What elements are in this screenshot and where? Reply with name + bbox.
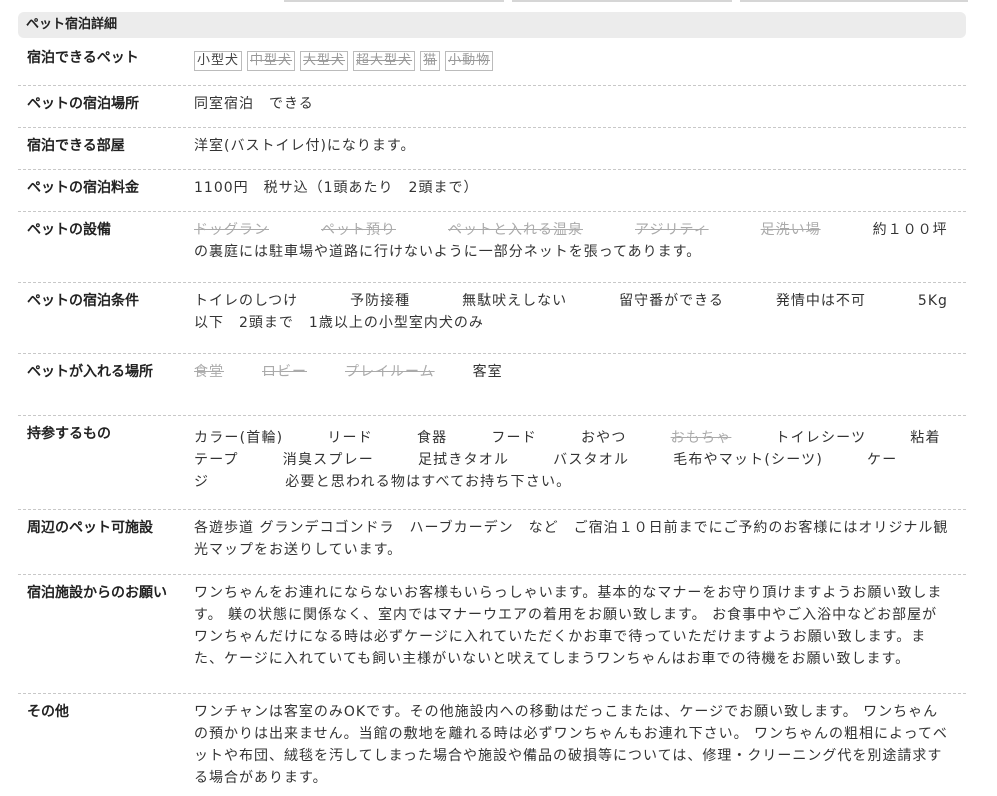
pet-details-table: 宿泊できるペット 小型犬 中型犬 大型犬 超大型犬猫小動物 ペットの宿泊場所 同室宿泊… bbox=[18, 40, 966, 794]
facility-item: アジリティ bbox=[635, 222, 709, 238]
row-label: ペットの宿泊料金 bbox=[27, 180, 139, 196]
bring-item-struck: おもちゃ bbox=[670, 430, 732, 446]
bring-item: トイレシーツ bbox=[775, 430, 867, 446]
facility-item: ペット預り bbox=[321, 222, 396, 238]
row-label: その他 bbox=[27, 704, 69, 720]
facility-item: 足洗い場 bbox=[760, 222, 821, 238]
bring-item: 毛布やマット(シーツ) bbox=[673, 452, 824, 468]
row-value: 食堂 ロビー プレイルーム 客室 bbox=[194, 354, 966, 415]
row-label: ペットの宿泊場所 bbox=[27, 96, 139, 112]
area-item: 食堂 bbox=[194, 364, 224, 380]
row-label: 持参するもの bbox=[27, 426, 111, 442]
pet-badge-medium-dog: 中型犬 bbox=[247, 51, 296, 71]
row-label: 宿泊施設からのお願い bbox=[27, 585, 167, 601]
bring-item: リード bbox=[327, 430, 373, 446]
row-pets: 宿泊できるペット 小型犬 中型犬 大型犬 超大型犬猫小動物 bbox=[18, 40, 966, 86]
row-value: ドッグラン ペット預り ペットと入れる温泉 アジリティ 足洗い場 約１００坪の裏庭には駐車… bbox=[194, 212, 966, 282]
row-facilities: ペットの設備 ドッグラン ペット預り ペットと入れる温泉 アジリティ 足洗い場 約１００坪… bbox=[18, 212, 966, 283]
row-value: 各遊歩道 グランデコゴンドラ ハーブカーデン など ご宿泊１０日前までにご予約の… bbox=[194, 520, 949, 558]
pet-badge-small-dog: 小型犬 bbox=[194, 51, 243, 71]
row-conditions: ペットの宿泊条件 トイレのしつけ 予防接種 無駄吠えしない 留守番ができる 発情中は不可… bbox=[18, 283, 966, 354]
area-item: ロビー bbox=[262, 364, 307, 380]
top-tab[interactable] bbox=[512, 0, 732, 2]
row-value: 1100円 税サ込（1頭あたり 2頭まで） bbox=[194, 180, 479, 196]
bring-note: 必要と思われる物はすべてお持ち下さい。 bbox=[285, 474, 572, 490]
pet-badges: 小型犬 中型犬 大型犬 超大型犬猫小動物 bbox=[194, 40, 966, 85]
condition-item: 無駄吠えしない bbox=[462, 293, 568, 309]
bring-item: 足拭きタオル bbox=[417, 452, 510, 468]
bring-item: 食器 bbox=[416, 430, 448, 446]
row-value: ワンチャンは客室のみOKです。その他施設内への移動はだっこまたは、ケージでお願い… bbox=[194, 704, 948, 786]
row-nearby: 周辺のペット可施設 各遊歩道 グランデコゴンドラ ハーブカーデン など ご宿泊１… bbox=[18, 510, 966, 575]
bring-item: おやつ bbox=[580, 430, 627, 446]
row-label: 周辺のペット可施設 bbox=[27, 520, 153, 536]
row-label: 宿泊できる部屋 bbox=[27, 138, 125, 154]
row-value: ワンちゃんをお連れにならないお客様もいらっしゃいます。基本的なマナーをお守り頂け… bbox=[194, 585, 943, 667]
facility-item: ペットと入れる温泉 bbox=[448, 222, 583, 238]
row-location: ペットの宿泊場所 同室宿泊 できる bbox=[18, 86, 966, 128]
bring-item: カラー(首輪) bbox=[194, 430, 284, 446]
pet-badge-large-dog: 大型犬 bbox=[300, 51, 349, 71]
top-tab[interactable] bbox=[740, 0, 968, 2]
bring-item: フード bbox=[491, 430, 537, 446]
row-label: ペットの設備 bbox=[27, 222, 111, 238]
row-label: ペットが入れる場所 bbox=[27, 364, 153, 380]
row-value: 同室宿泊 できる bbox=[194, 96, 314, 112]
area-item: プレイルーム bbox=[345, 364, 435, 380]
section-title: ペット宿泊詳細 bbox=[18, 12, 966, 38]
bring-item: 消臭スプレー bbox=[282, 452, 374, 468]
row-areas: ペットが入れる場所 食堂 ロビー プレイルーム 客室 bbox=[18, 354, 966, 416]
row-request: 宿泊施設からのお願い ワンちゃんをお連れにならないお客様もいらっしゃいます。基本… bbox=[18, 575, 966, 694]
row-bring: 持参するもの カラー(首輪) リード 食器 フード おやつ おもちゃ トイレシーツ 粘着テープ… bbox=[18, 416, 966, 510]
row-value: カラー(首輪) リード 食器 フード おやつ おもちゃ トイレシーツ 粘着テープ 消臭スプレー足… bbox=[194, 416, 966, 509]
condition-item: 発情中は不可 bbox=[775, 293, 866, 309]
row-label: ペットの宿泊条件 bbox=[27, 293, 139, 309]
top-tab-strip bbox=[284, 0, 984, 2]
pet-badge-cat: 猫 bbox=[420, 51, 441, 71]
top-tab[interactable] bbox=[284, 0, 504, 2]
pet-badge-small-animal: 小動物 bbox=[445, 51, 494, 71]
row-other: その他 ワンチャンは客室のみOKです。その他施設内への移動はだっこまたは、ケージ… bbox=[18, 694, 966, 794]
area-allowed: 客室 bbox=[472, 364, 503, 380]
facility-item: ドッグラン bbox=[194, 222, 269, 238]
pet-badge-xlarge-dog: 超大型犬 bbox=[353, 51, 416, 71]
bring-item: バスタオル bbox=[553, 452, 630, 468]
row-fee: ペットの宿泊料金 1100円 税サ込（1頭あたり 2頭まで） bbox=[18, 170, 966, 212]
condition-item: 留守番ができる bbox=[619, 293, 724, 309]
row-value: トイレのしつけ 予防接種 無駄吠えしない 留守番ができる 発情中は不可 5Kg以下 2頭ま… bbox=[194, 283, 966, 353]
condition-item: 予防接種 bbox=[350, 293, 411, 309]
condition-item: トイレのしつけ bbox=[194, 293, 299, 309]
row-label: 宿泊できるペット bbox=[27, 50, 139, 66]
row-value: 洋室(バストイレ付)になります。 bbox=[194, 138, 416, 154]
row-room: 宿泊できる部屋 洋室(バストイレ付)になります。 bbox=[18, 128, 966, 170]
